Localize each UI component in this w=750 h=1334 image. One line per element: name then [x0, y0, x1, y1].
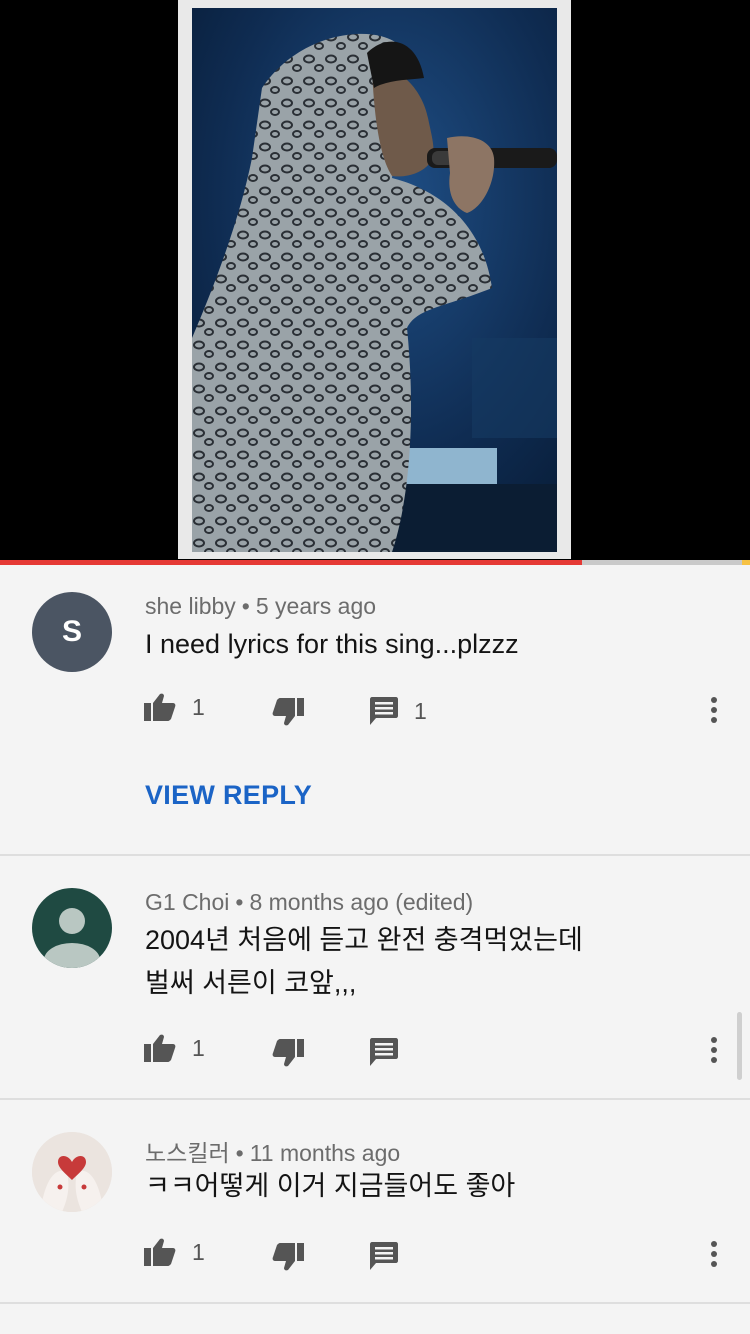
thumbs-down-icon — [272, 1243, 304, 1271]
like-count: 1 — [192, 693, 205, 720]
like-button[interactable]: 1 — [144, 1238, 205, 1266]
more-options-button[interactable] — [702, 697, 726, 728]
comment-author[interactable]: 노스킬러 — [145, 1140, 230, 1166]
reply-button[interactable] — [370, 1038, 398, 1066]
progress-ad-marker — [742, 560, 750, 565]
thumbs-up-icon — [144, 1238, 176, 1266]
more-vert-icon — [711, 1037, 717, 1063]
hands-heart-avatar-icon — [32, 1132, 112, 1212]
comment-time: 5 years ago — [255, 593, 377, 619]
comment-text-line: 벌써 서른이 코앞,,, — [145, 968, 357, 998]
dislike-button[interactable] — [272, 1039, 304, 1067]
avatar-letter: S — [32, 592, 112, 672]
dislike-button[interactable] — [272, 1243, 304, 1271]
reply-button[interactable]: 1 — [370, 697, 427, 725]
more-options-button[interactable] — [702, 1037, 726, 1068]
thumbs-down-icon — [272, 1039, 304, 1067]
thumbs-down-icon — [272, 698, 304, 726]
comment-text-line: 2004년 처음에 듣고 완전 충격먹었는데 — [145, 925, 583, 955]
comment-time: 8 months ago (edited) — [249, 889, 474, 915]
comment-author[interactable]: she libby — [145, 593, 236, 619]
like-button[interactable]: 1 — [144, 693, 205, 721]
performer-image — [192, 8, 557, 552]
divider — [0, 854, 750, 856]
thumbs-up-icon — [144, 1034, 176, 1062]
like-count: 1 — [192, 1238, 205, 1265]
comment-meta: she libby • 5 years ago — [145, 593, 377, 619]
avatar[interactable]: S — [32, 592, 112, 672]
comment-icon — [370, 1242, 398, 1270]
more-options-button[interactable] — [702, 1241, 726, 1272]
thumbs-up-icon — [144, 693, 176, 721]
comment-icon — [370, 1038, 398, 1066]
divider — [0, 1302, 750, 1304]
avatar[interactable] — [32, 888, 112, 968]
more-vert-icon — [711, 697, 717, 723]
reply-button[interactable] — [370, 1242, 398, 1270]
default-avatar-icon — [44, 908, 100, 968]
comment-author[interactable]: G1 Choi — [145, 889, 229, 915]
reply-count: 1 — [414, 697, 427, 724]
view-reply-link[interactable]: VIEW REPLY — [145, 780, 312, 811]
comment-text: I need lyrics for this sing...plzzz — [145, 629, 519, 659]
divider — [0, 1098, 750, 1100]
dislike-button[interactable] — [272, 698, 304, 726]
comment-meta: 노스킬러 • 11 months ago — [145, 1140, 401, 1166]
video-thumbnail — [178, 0, 571, 559]
progress-played — [0, 560, 582, 565]
video-player[interactable] — [0, 0, 750, 560]
like-count: 1 — [192, 1034, 205, 1061]
comment-meta: G1 Choi • 8 months ago (edited) — [145, 889, 474, 915]
like-button[interactable]: 1 — [144, 1034, 205, 1062]
video-progress-bar[interactable] — [0, 560, 750, 565]
comment-text: ㅋㅋ어떻게 이거 지금들어도 좋아 — [145, 1171, 516, 1201]
scrollbar[interactable] — [737, 1012, 742, 1080]
comment-icon — [370, 697, 398, 725]
avatar[interactable] — [32, 1132, 112, 1212]
comment-time: 11 months ago — [249, 1140, 401, 1166]
more-vert-icon — [711, 1241, 717, 1267]
